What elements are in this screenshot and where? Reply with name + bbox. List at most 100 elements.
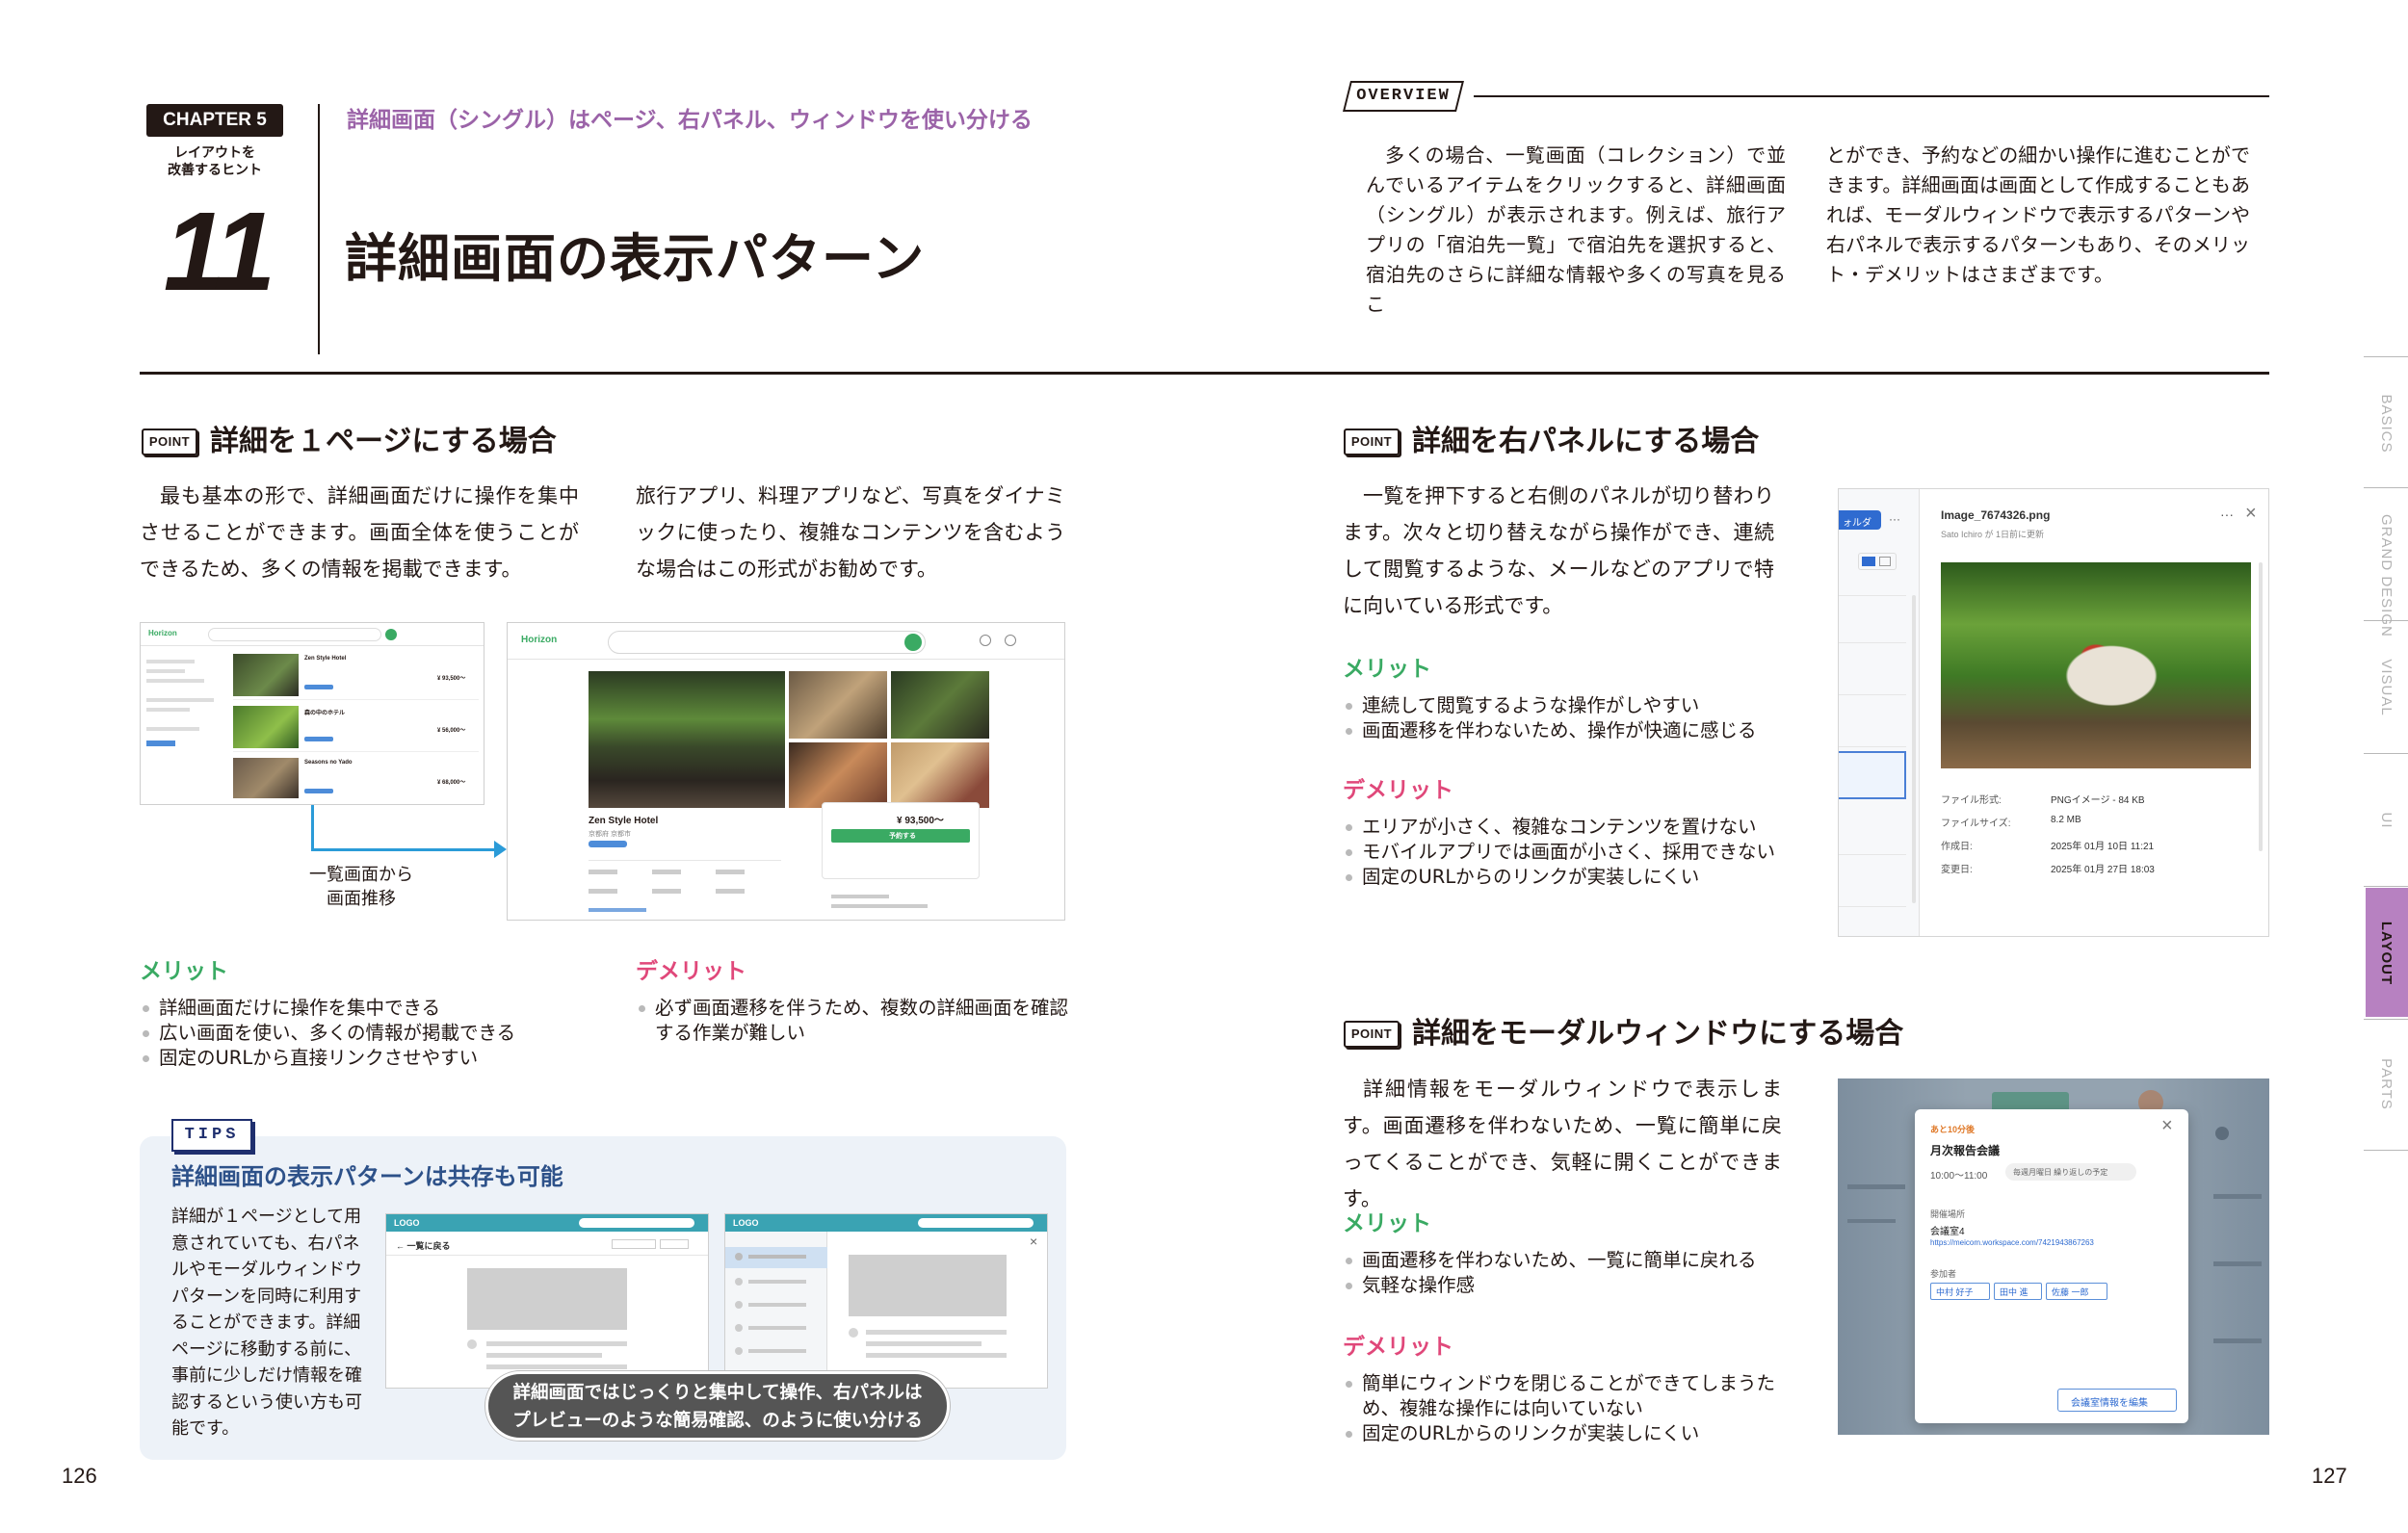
flow-arrow-line [311,805,314,851]
mock-brand: Horizon [521,635,558,645]
point-tag: POINT [1344,1021,1400,1048]
page-subtitle: 詳細画面（シングル）はページ、右パネル、ウィンドウを使い分ける [347,108,1033,133]
tips-tag: TIPS [171,1119,252,1152]
search-icon [385,629,397,640]
overview-tag: OVERVIEW [1356,87,1451,105]
overview-rule [1474,95,2269,97]
close-icon[interactable]: × [1030,1234,1037,1249]
index-divider [2364,1150,2408,1151]
index-tab-visual[interactable]: VISUAL [2372,647,2399,728]
close-icon[interactable]: × [2161,1115,2173,1137]
tips-detail-page-mockup: LOGO ← 一覧に戻る [385,1213,709,1389]
arrow-right-icon [494,841,507,858]
attendee-chip[interactable]: 佐藤 一郎 [2052,1286,2089,1298]
close-icon[interactable]: × [2245,503,2257,525]
page-title: 詳細画面の表示パターン [345,228,926,289]
modal-badge: あと10分後 [1930,1125,1976,1134]
list-item: 簡単にウィンドウを閉じることができてしまうため、複雑な操作には向いていない [1343,1371,1792,1421]
modal-link[interactable]: https://meicom.workspace.com/74219438672… [1930,1238,2094,1247]
panel-file-name: Image_7674326.png [1941,508,2051,522]
right-panel-mockup: ォルダ ··· Image_7674326.png Sato Ichiro が … [1838,488,2269,937]
edit-meeting-label: 会議室情報を編集 [2071,1398,2148,1409]
flow-arrow-line [311,848,496,851]
hotel-detail-mockup: Horizon Zen Style Hotel 京都府 京都市 ¥ 93,500… [507,622,1065,921]
section3-body: 詳細情報をモーダルウィンドウで表示します。画面遷移を伴わないため、一覧に簡単に戻… [1343,1078,1782,1210]
chapter-badge: CHAPTER 5 [146,104,283,137]
panel-row-value: PNGイメージ - 84 KB [2051,795,2145,806]
tent-photo [1941,562,2251,768]
mock-hotel-location: 京都府 京都市 [589,831,631,838]
mock-price: ¥ 93,500〜 [897,816,944,826]
panel-row-key: ファイルサイズ: [1941,818,2011,829]
flow-caption: 一覧画面から 画面推移 [309,865,413,909]
mock-list-name: Zen Style Hotel [304,656,347,662]
index-tab-layout[interactable]: LAYOUT [2372,913,2399,994]
panel-row-key: 作成日: [1941,842,1973,852]
globe-icon [1005,635,1016,646]
mock-logo: LOGO [733,1218,759,1228]
list-item: 固定のURLから直接リンクさせやすい [140,1046,583,1071]
index-tab-grand-design[interactable]: GRAND DESIGN [2372,514,2399,637]
section2-demerit-heading: デメリット [1343,778,1453,803]
point-tag: POINT [1344,429,1400,455]
section1-demerit-list: 必ず画面遷移を伴うため、複数の詳細画面を確認する作業が難しい [636,996,1069,1046]
index-divider [2364,886,2408,887]
index-divider [2364,1019,2408,1020]
mock-list-name: Seasons no Yado [304,760,353,766]
section2-body: 一覧を押下すると右側のパネルが切り替わります。次々と切り替えながら操作ができ、連… [1343,484,1774,617]
modal-place: 会議室4 [1930,1227,1965,1237]
panel-row-key: 変更日: [1941,865,1973,875]
back-link[interactable]: ← 一覧に戻る [396,1239,451,1252]
attendee-chip[interactable]: 田中 進 [2000,1286,2028,1298]
section1-body-left: 最も基本の形で、詳細画面だけに操作を集中させることができます。画面全体を使うこと… [140,484,579,581]
section2-demerit-list: エリアが小さく、複雑なコンテンツを置けない モバイルアプリでは画面が小さく、採用… [1343,815,1795,890]
section1-merit-list: 詳細画面だけに操作を集中できる 広い画面を使い、多くの情報が掲載できる 固定のU… [140,996,583,1071]
more-icon[interactable]: ··· [1889,512,1900,526]
list-item: 画面遷移を伴わないため、操作が快適に感じる [1343,718,1795,743]
tips-title: 詳細画面の表示パターンは共存も可能 [171,1163,563,1190]
section3-merit-list: 画面遷移を伴わないため、一覧に簡単に戻れる 気軽な操作感 [1343,1248,1795,1298]
mock-brand: Horizon [148,629,177,637]
tips-callout: 詳細画面ではじっくりと集中して操作、右パネルは プレビューのような簡易確認、のよ… [485,1371,950,1441]
index-tab-basics[interactable]: BASICS [2372,383,2399,464]
modal-attendees-label: 参加者 [1930,1269,1957,1279]
section1-demerit-heading: デメリット [636,959,746,984]
list-item: 連続して閲覧するような操作がしやすい [1343,693,1795,718]
chapter-number: 11 [163,189,275,314]
list-item: 気軽な操作感 [1343,1273,1795,1298]
page-number-left: 126 [62,1464,97,1488]
chapter-subtitle: レイアウトを 改善するヒント [168,145,262,178]
search-icon [904,634,922,651]
mock-list-name: 森の中のホテル [304,711,346,716]
modal-time: 10:00〜11:00 [1930,1171,1988,1182]
tips-body: 詳細が１ページとして用意されていても、右パネルやモーダルウィンドウパターンを同時… [171,1207,362,1439]
mock-logo: LOGO [394,1218,420,1228]
list-view-icon[interactable] [1862,557,1875,566]
hotel-list-mockup: Horizon Zen Style Hotel ¥ 93,500〜 森の中のホテ… [140,622,484,805]
index-tab-parts[interactable]: PARTS [2372,1044,2399,1125]
attendee-chip[interactable]: 中村 好子 [1936,1286,1974,1298]
modal-repeat: 毎週月曜日 繰り返しの予定 [2013,1168,2108,1177]
panel-row-key: ファイル形式: [1941,795,2002,806]
list-item: モバイルアプリでは画面が小さく、採用できない [1343,840,1795,865]
mock-list-price: ¥ 56,000〜 [437,728,466,734]
tips-right-panel-mockup: LOGO × [724,1213,1048,1389]
panel-file-meta: Sato Ichiro が 1日前に更新 [1941,530,2045,539]
panel-row-value: 8.2 MB [2051,815,2081,825]
point-tag: POINT [142,429,197,455]
list-item: 固定のURLからのリンクが実装しにくい [1343,865,1795,890]
index-divider [2364,487,2408,488]
index-divider [2364,753,2408,754]
section1-body-right: 旅行アプリ、料理アプリなど、写真をダイナミックに使ったり、複雑なコンテンツを含む… [636,484,1065,581]
more-icon[interactable]: ··· [2220,507,2234,522]
mock-list-price: ¥ 68,000〜 [437,780,466,786]
index-tab-ui[interactable]: UI [2372,780,2399,861]
list-item: 画面遷移を伴わないため、一覧に簡単に戻れる [1343,1248,1795,1273]
section3-merit-heading: メリット [1343,1211,1431,1236]
grid-view-icon[interactable] [1879,557,1891,566]
section2-title: 詳細を右パネルにする場合 [1412,425,1760,458]
list-item: エリアが小さく、複雑なコンテンツを置けない [1343,815,1795,840]
section-rule [140,372,2269,375]
modal-title: 月次報告会議 [1930,1144,2001,1157]
section3-demerit-list: 簡単にウィンドウを閉じることができてしまうため、複雑な操作には向いていない 固定… [1343,1371,1792,1446]
